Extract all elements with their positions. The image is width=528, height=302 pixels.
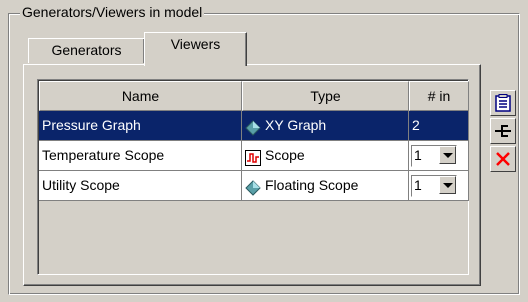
viewer-inputs-cell: 1	[409, 171, 469, 201]
column-header-name[interactable]: Name	[39, 81, 242, 111]
table-row[interactable]: Temperature Scope Scope 1	[39, 141, 469, 171]
viewer-type-cell[interactable]: XY Graph	[242, 111, 409, 141]
inputs-combobox-value: 1	[414, 177, 422, 193]
inputs-combobox-value: 1	[414, 147, 422, 163]
viewer-type-cell[interactable]: Scope	[242, 141, 409, 171]
delete-icon	[496, 152, 510, 166]
table-row[interactable]: Pressure Graph XY Graph 2	[39, 111, 469, 141]
viewer-type-cell[interactable]: Floating Scope	[242, 171, 409, 201]
properties-icon	[495, 94, 511, 112]
column-header-type[interactable]: Type	[242, 81, 409, 111]
table-row[interactable]: Utility Scope Floating Scope 1	[39, 171, 469, 201]
connect-icon	[495, 125, 511, 137]
inputs-combobox[interactable]: 1	[411, 145, 457, 167]
chevron-down-icon[interactable]	[439, 176, 456, 194]
viewers-table: Name Type # in Pressure Graph XY Graph 2…	[37, 79, 469, 275]
inputs-combobox[interactable]: 1	[411, 175, 457, 197]
group-title: Generators/Viewers in model	[20, 3, 205, 21]
connect-button[interactable]	[490, 118, 516, 144]
chevron-down-icon[interactable]	[439, 146, 456, 164]
viewer-type-label: Scope	[265, 147, 305, 163]
diamond-icon	[245, 177, 261, 197]
tab-generators[interactable]: Generators	[28, 38, 145, 63]
viewer-type-label: XY Graph	[265, 117, 327, 133]
column-header-inputs[interactable]: # in	[409, 81, 469, 111]
properties-button[interactable]	[490, 90, 516, 116]
diamond-icon	[245, 117, 261, 137]
viewer-type-label: Floating Scope	[265, 177, 359, 193]
delete-button[interactable]	[490, 146, 516, 172]
viewer-name-cell[interactable]: Pressure Graph	[39, 111, 242, 141]
viewer-inputs-cell[interactable]: 2	[409, 111, 469, 141]
tab-viewers[interactable]: Viewers	[144, 32, 247, 66]
viewer-name-cell[interactable]: Temperature Scope	[39, 141, 242, 171]
scope-icon	[245, 147, 261, 167]
viewer-name-cell[interactable]: Utility Scope	[39, 171, 242, 201]
viewer-inputs-cell: 1	[409, 141, 469, 171]
